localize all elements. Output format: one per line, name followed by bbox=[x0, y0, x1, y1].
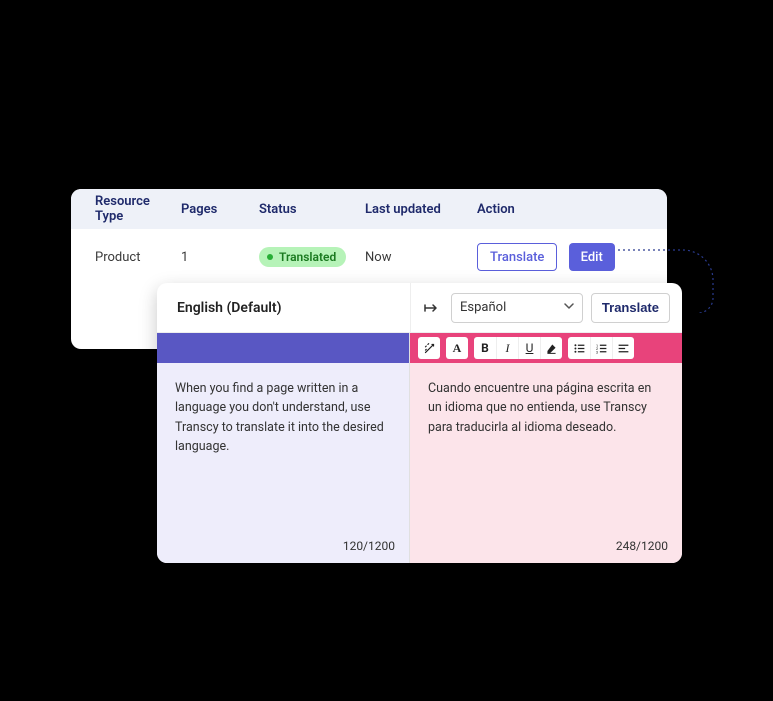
editor-header: English (Default) Español Translate bbox=[157, 283, 682, 333]
translate-button[interactable]: Translate bbox=[477, 243, 557, 271]
number-list-icon[interactable]: 123 bbox=[590, 337, 612, 359]
italic-icon[interactable]: I bbox=[496, 337, 518, 359]
status-badge: Translated bbox=[259, 247, 346, 267]
align-icon[interactable] bbox=[612, 337, 634, 359]
table-header-row: Resource Type Pages Status Last updated … bbox=[71, 189, 667, 229]
cell-pages: 1 bbox=[181, 250, 259, 265]
translation-editor: English (Default) Español Translate When… bbox=[157, 283, 682, 563]
col-header-action: Action bbox=[477, 202, 657, 217]
status-badge-label: Translated bbox=[279, 250, 336, 264]
target-language-select[interactable]: Español bbox=[451, 293, 583, 323]
chevron-down-icon bbox=[564, 300, 574, 315]
col-header-resource: Resource Type bbox=[71, 194, 181, 224]
source-language-label: English (Default) bbox=[157, 300, 410, 316]
col-header-status: Status bbox=[259, 202, 365, 217]
edit-button[interactable]: Edit bbox=[569, 243, 615, 271]
table-row: Product 1 Translated Now Translate Edit bbox=[71, 229, 667, 285]
toolbar: A B I U 123 bbox=[410, 333, 682, 363]
source-band bbox=[157, 333, 409, 363]
run-translate-button[interactable]: Translate bbox=[591, 293, 670, 323]
editor-body: When you find a page written in a langua… bbox=[157, 333, 682, 563]
target-pane: A B I U 123 bbox=[410, 333, 682, 563]
target-text[interactable]: Cuando encuentre una página escrita en u… bbox=[410, 363, 682, 539]
svg-text:3: 3 bbox=[596, 349, 599, 354]
font-color-icon[interactable]: A bbox=[446, 337, 468, 359]
bold-icon[interactable]: B bbox=[474, 337, 496, 359]
magic-wand-icon[interactable] bbox=[418, 337, 440, 359]
swap-direction-icon[interactable] bbox=[419, 296, 443, 320]
target-language-value: Español bbox=[460, 300, 506, 315]
col-header-pages: Pages bbox=[181, 202, 259, 217]
target-counter: 248/1200 bbox=[616, 539, 682, 563]
source-pane: When you find a page written in a langua… bbox=[157, 333, 410, 563]
bullet-list-icon[interactable] bbox=[568, 337, 590, 359]
cell-action: Translate Edit bbox=[477, 243, 657, 271]
eraser-icon[interactable] bbox=[540, 337, 562, 359]
source-counter: 120/1200 bbox=[343, 539, 409, 563]
target-controls: Español Translate bbox=[410, 283, 682, 332]
cell-resource: Product bbox=[71, 250, 181, 265]
cell-status: Translated bbox=[259, 247, 365, 267]
source-text[interactable]: When you find a page written in a langua… bbox=[157, 363, 409, 539]
cell-updated: Now bbox=[365, 250, 477, 265]
col-header-updated: Last updated bbox=[365, 202, 477, 217]
underline-icon[interactable]: U bbox=[518, 337, 540, 359]
